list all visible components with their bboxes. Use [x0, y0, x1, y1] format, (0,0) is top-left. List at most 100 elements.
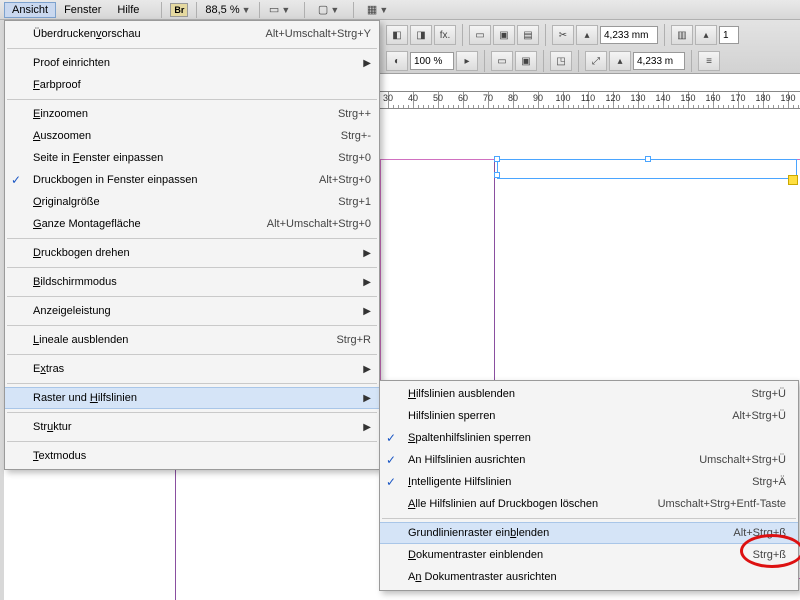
- submenu-arrow-icon: ▶: [363, 393, 371, 404]
- submenu-arrow-icon: ▶: [363, 422, 371, 433]
- submenu-arrow-icon: ▶: [363, 58, 371, 69]
- menu-item[interactable]: Extras▶: [5, 358, 379, 380]
- menubar: Ansicht Fenster Hilfe Br 88,5 %▼ ▭▼ ▢▼ ▦…: [0, 0, 800, 20]
- check-icon: ✓: [386, 431, 396, 445]
- wrap-around-icon[interactable]: ▣: [493, 25, 515, 45]
- menu-item[interactable]: Dokumentraster einblendenStrg+ß: [380, 544, 798, 566]
- menu-item-label: Ganze Montagefläche: [33, 218, 255, 230]
- align-icon[interactable]: ≡: [698, 51, 720, 71]
- menu-item[interactable]: An Dokumentraster ausrichten: [380, 566, 798, 588]
- menu-view[interactable]: Ansicht: [4, 2, 56, 18]
- menu-shortcut: Alt+Umschalt+Strg+0: [267, 218, 371, 230]
- menu-item-label: Einzoomen: [33, 108, 326, 120]
- screen-mode-icon[interactable]: ▭▼: [270, 2, 290, 18]
- menu-item[interactable]: Lineale ausblendenStrg+R: [5, 329, 379, 351]
- menu-shortcut: Strg+Ä: [752, 476, 786, 488]
- menu-item[interactable]: ✓An Hilfslinien ausrichtenUmschalt+Strg+…: [380, 449, 798, 471]
- menu-window[interactable]: Fenster: [56, 2, 109, 18]
- menu-shortcut: Strg++: [338, 108, 371, 120]
- menu-item-label: Textmodus: [33, 450, 371, 462]
- menu-shortcut: Strg+0: [338, 152, 371, 164]
- menu-item-label: An Dokumentraster ausrichten: [408, 571, 786, 583]
- wrap-skip-icon[interactable]: ▭: [491, 51, 513, 71]
- stepper-up-icon[interactable]: ▴: [576, 25, 598, 45]
- menu-item[interactable]: Ganze Montagefläche Alt+Umschalt+Strg+0: [5, 213, 379, 235]
- wrap-jump-icon[interactable]: ▤: [517, 25, 539, 45]
- char-formatting-button[interactable]: ◧: [386, 25, 408, 45]
- arrange-icon[interactable]: ▦▼: [368, 2, 388, 18]
- menu-item[interactable]: Seite in Fenster einpassen Strg+0: [5, 147, 379, 169]
- menu-item-label: Raster und Hilfslinien: [33, 392, 363, 404]
- dimension-field-1[interactable]: 4,233 mm: [600, 26, 658, 44]
- columns-icon[interactable]: ▥: [671, 25, 693, 45]
- submenu-arrow-icon: ▶: [363, 277, 371, 288]
- frame-handle[interactable]: [494, 172, 500, 178]
- stepper-icon-2[interactable]: ▴: [609, 51, 631, 71]
- corner-icon[interactable]: ◳: [550, 51, 572, 71]
- menu-item[interactable]: Grundlinienraster einblenden Alt+Strg+ß: [380, 522, 798, 544]
- menu-item[interactable]: Einzoomen Strg++: [5, 103, 379, 125]
- menu-item[interactable]: Anzeigeleistung▶: [5, 300, 379, 322]
- effects-button[interactable]: fx.: [434, 25, 456, 45]
- menu-item[interactable]: ÜberdruckenvorschauAlt+Umschalt+Strg+Y: [5, 23, 379, 45]
- menu-item-label: Grundlinienraster einblenden: [408, 527, 721, 539]
- submenu-arrow-icon: ▶: [363, 306, 371, 317]
- bridge-button[interactable]: Br: [170, 3, 188, 17]
- menu-item[interactable]: Farbproof: [5, 74, 379, 96]
- menu-item[interactable]: Struktur▶: [5, 416, 379, 438]
- view-options-icon[interactable]: ▢▼: [319, 2, 339, 18]
- menu-help[interactable]: Hilfe: [109, 2, 147, 18]
- menu-shortcut: Strg+ß: [753, 549, 786, 561]
- para-formatting-button[interactable]: ◨: [410, 25, 432, 45]
- menu-item[interactable]: Druckbogen drehen▶: [5, 242, 379, 264]
- menu-item-label: Anzeigeleistung: [33, 305, 363, 317]
- menu-item[interactable]: ✓Druckbogen in Fenster einpassenAlt+Strg…: [5, 169, 379, 191]
- menu-item[interactable]: ✓Intelligente HilfslinienStrg+Ä: [380, 471, 798, 493]
- dimension-field-2[interactable]: 4,233 m: [633, 52, 685, 70]
- dropdown-icon[interactable]: ▸: [456, 51, 478, 71]
- menu-item-label: Bildschirmmodus: [33, 276, 363, 288]
- step-field[interactable]: 1: [719, 26, 739, 44]
- menu-shortcut: Strg+Ü: [751, 388, 786, 400]
- menu-item[interactable]: OriginalgrößeStrg+1: [5, 191, 379, 213]
- frame-handle[interactable]: [645, 156, 651, 162]
- text-frame[interactable]: [497, 159, 797, 179]
- stepper-icon[interactable]: ▴: [695, 25, 717, 45]
- menu-item[interactable]: ✓Spaltenhilfslinien sperren: [380, 427, 798, 449]
- menu-item-label: Proof einrichten: [33, 57, 363, 69]
- menu-item[interactable]: Proof einrichten▶: [5, 52, 379, 74]
- opacity-field[interactable]: 100 %: [410, 52, 454, 70]
- fit-icon[interactable]: ⤢: [585, 51, 607, 71]
- menu-shortcut: Umschalt+Strg+Ü: [699, 454, 786, 466]
- chevron-down-icon: ▼: [242, 5, 251, 15]
- crop-icon[interactable]: ✂: [552, 25, 574, 45]
- menu-item[interactable]: Bildschirmmodus▶: [5, 271, 379, 293]
- menu-item-label: Druckbogen drehen: [33, 247, 363, 259]
- menu-item-label: Farbproof: [33, 79, 371, 91]
- menu-shortcut: Alt+Umschalt+Strg+Y: [266, 28, 371, 40]
- menu-item-label: Extras: [33, 363, 363, 375]
- menu-item[interactable]: Raster und Hilfslinien▶: [5, 387, 379, 409]
- menu-item[interactable]: Textmodus: [5, 445, 379, 467]
- wrap-object-icon[interactable]: ▣: [515, 51, 537, 71]
- horizontal-ruler[interactable]: 3040506070809010011012013014015016017018…: [380, 91, 800, 109]
- raster-hilfslinien-submenu: Hilfslinien ausblendenStrg+ÜHilfslinien …: [379, 380, 799, 591]
- opacity-icon[interactable]: ◐: [386, 51, 408, 71]
- view-menu-dropdown: ÜberdruckenvorschauAlt+Umschalt+Strg+Y Pr…: [4, 20, 380, 470]
- menu-item-label: Lineale ausblenden: [33, 334, 324, 346]
- menu-shortcut: Alt+Strg+ß: [733, 527, 786, 539]
- menu-item[interactable]: Hilfslinien ausblendenStrg+Ü: [380, 383, 798, 405]
- overset-indicator[interactable]: [788, 175, 798, 185]
- menu-item-label: An Hilfslinien ausrichten: [408, 454, 687, 466]
- zoom-level[interactable]: 88,5 %▼: [199, 4, 256, 16]
- menu-shortcut: Strg+-: [341, 130, 371, 142]
- wrap-none-icon[interactable]: ▭: [469, 25, 491, 45]
- menu-item[interactable]: Hilfslinien sperrenAlt+Strg+Ü: [380, 405, 798, 427]
- menu-item-label: Seite in Fenster einpassen: [33, 152, 326, 164]
- menu-item-label: Originalgröße: [33, 196, 326, 208]
- menu-item[interactable]: AuszoomenStrg+-: [5, 125, 379, 147]
- menu-item[interactable]: Alle Hilfslinien auf Druckbogen löschenU…: [380, 493, 798, 515]
- frame-handle[interactable]: [494, 156, 500, 162]
- menu-shortcut: Umschalt+Strg+Entf-Taste: [658, 498, 786, 510]
- menu-item-label: Druckbogen in Fenster einpassen: [33, 174, 307, 186]
